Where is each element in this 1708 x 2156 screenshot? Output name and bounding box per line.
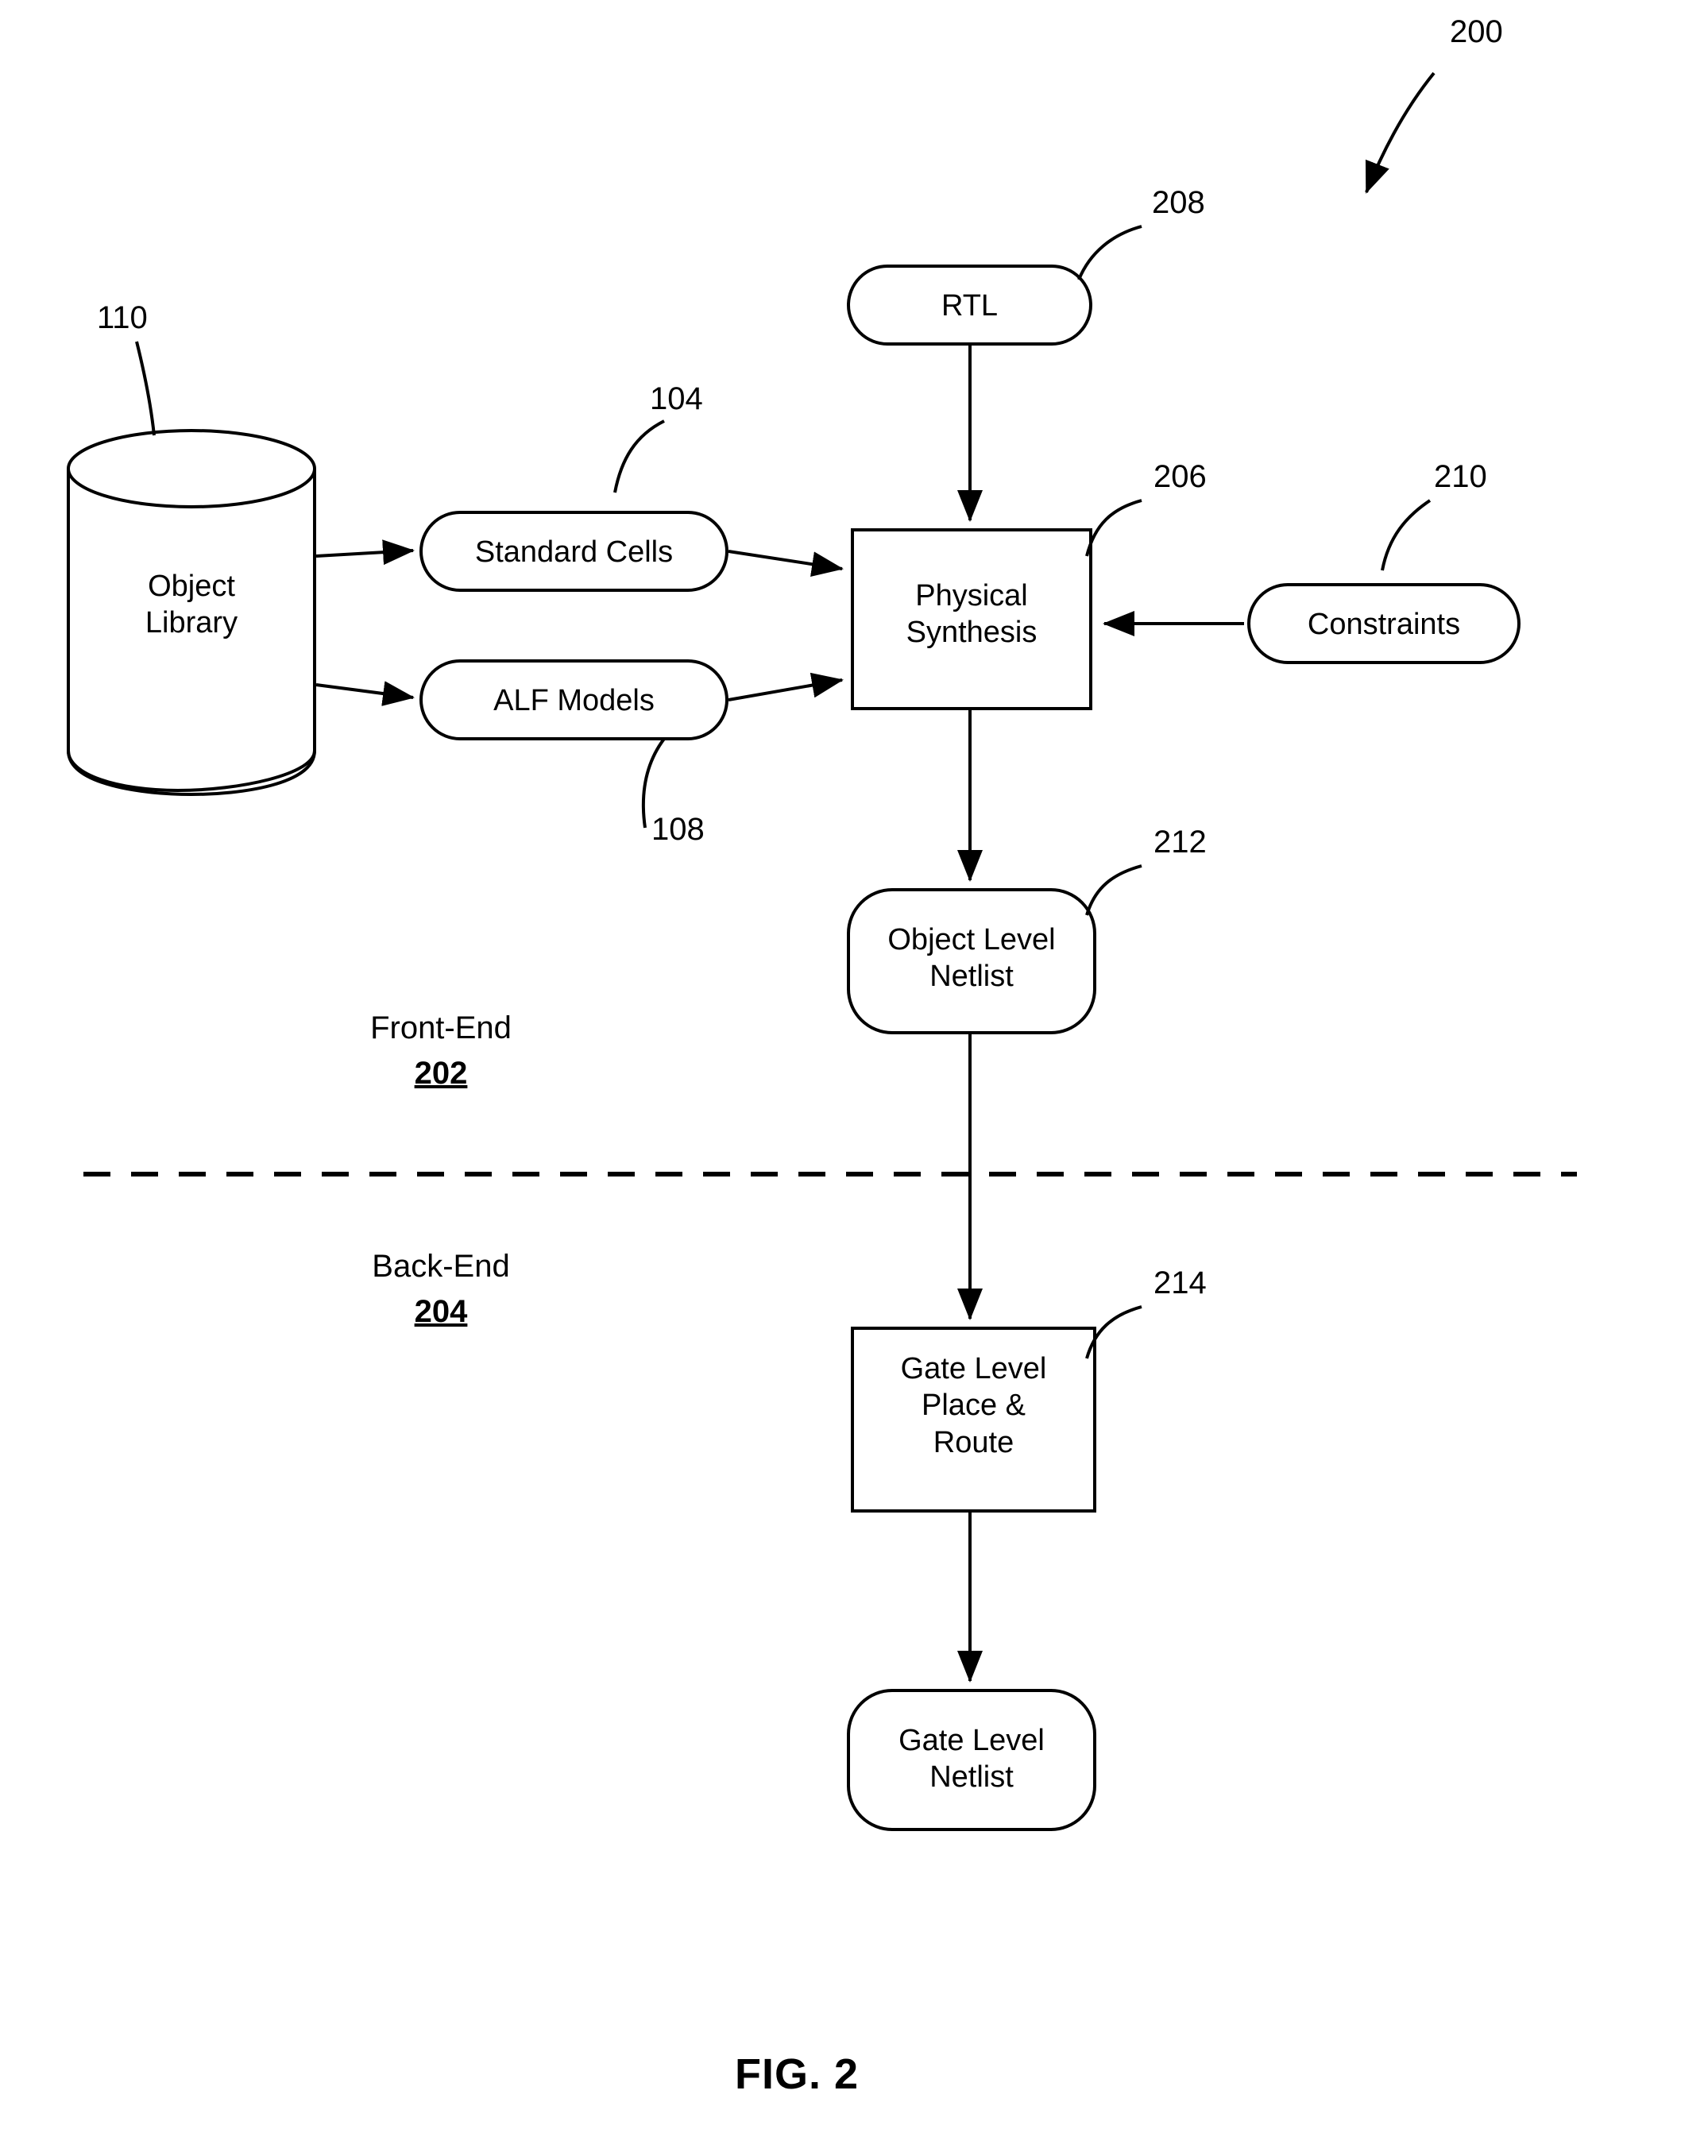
leader-212 bbox=[1085, 864, 1142, 916]
diagram-shapes-layer bbox=[67, 71, 1577, 1831]
leader-210 bbox=[1381, 499, 1432, 571]
section-back-end-number: 204 bbox=[414, 1294, 468, 1329]
arrow-object-library-to-standard-cells bbox=[315, 539, 415, 566]
ref-number-200: 200 bbox=[1450, 14, 1503, 49]
node-constraints-shape bbox=[1247, 583, 1521, 664]
section-front-end: Front-End 202 bbox=[314, 1010, 568, 1092]
arrow-standard-cells-to-physical-synthesis bbox=[728, 550, 844, 578]
section-front-end-name: Front-End bbox=[370, 1010, 512, 1045]
leader-208 bbox=[1077, 225, 1142, 280]
leader-206 bbox=[1085, 499, 1142, 557]
ref-number-212: 212 bbox=[1153, 825, 1207, 860]
figure-2-diagram: Object Library Standard Cells ALF Models… bbox=[0, 0, 1708, 2156]
node-standard-cells-shape bbox=[419, 511, 728, 592]
node-rtl-shape bbox=[847, 265, 1092, 346]
ref-number-208: 208 bbox=[1152, 185, 1205, 220]
node-physical-synthesis-shape bbox=[851, 528, 1092, 710]
ref-number-108: 108 bbox=[651, 812, 705, 847]
leader-104 bbox=[613, 419, 665, 493]
ref-number-210: 210 bbox=[1434, 459, 1487, 494]
ref-number-110: 110 bbox=[97, 300, 148, 335]
node-gate-level-netlist-shape bbox=[847, 1689, 1096, 1831]
ref-number-104: 104 bbox=[650, 381, 703, 416]
node-object-library-shape bbox=[67, 429, 316, 797]
arrow-object-library-to-alf-models bbox=[315, 681, 415, 706]
node-alf-models-shape bbox=[419, 659, 728, 740]
section-front-end-number: 202 bbox=[414, 1056, 468, 1091]
section-back-end: Back-End 204 bbox=[314, 1249, 568, 1330]
leader-200 bbox=[1365, 71, 1436, 194]
reference-leader-lines bbox=[135, 71, 1436, 1359]
ref-number-206: 206 bbox=[1153, 459, 1207, 494]
node-gate-level-place-route-shape bbox=[851, 1327, 1096, 1513]
arrow-alf-models-to-physical-synthesis bbox=[728, 672, 844, 701]
section-back-end-name: Back-End bbox=[372, 1249, 510, 1284]
figure-caption: FIG. 2 bbox=[735, 2050, 860, 2098]
ref-number-214: 214 bbox=[1153, 1265, 1207, 1300]
leader-110 bbox=[135, 341, 156, 436]
node-object-level-netlist-shape bbox=[847, 888, 1096, 1034]
